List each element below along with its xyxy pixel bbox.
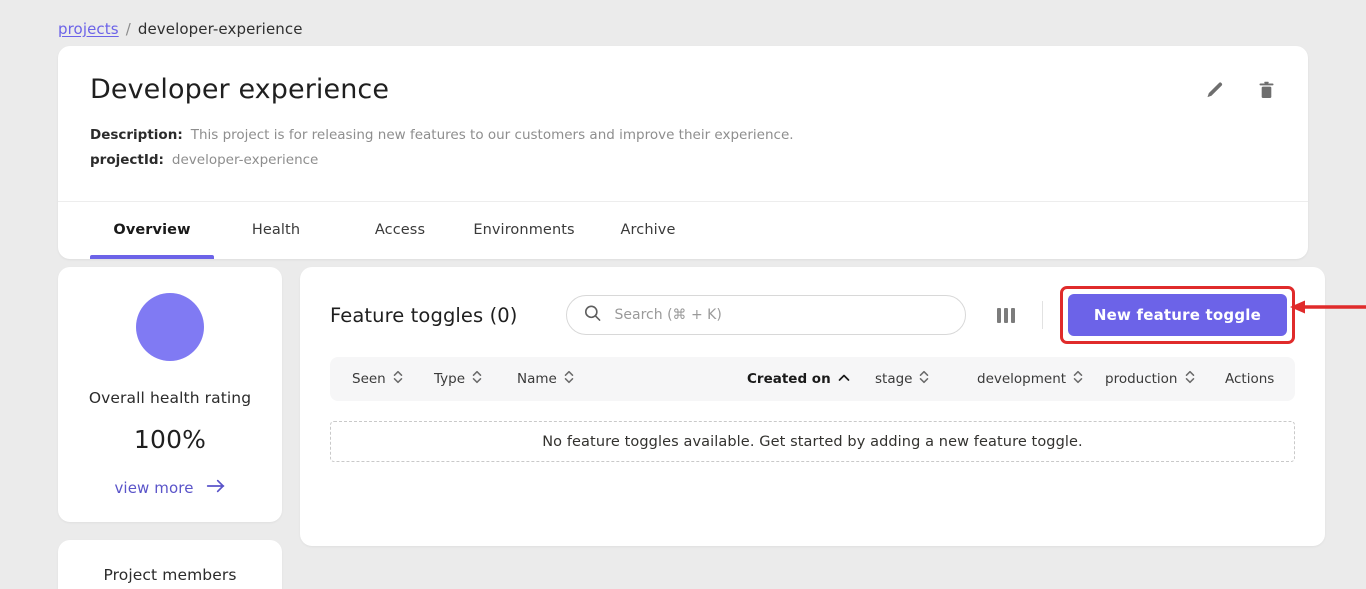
sort-both-icon — [1073, 369, 1083, 389]
column-header-seen[interactable]: Seen — [352, 369, 434, 389]
project-tabs: Overview Health Access Environments Arch… — [58, 201, 1308, 259]
view-more-health-link[interactable]: view more — [114, 478, 225, 498]
column-header-name[interactable]: Name — [517, 369, 747, 389]
tab-overview-label: Overview — [113, 222, 190, 238]
column-header-created-on[interactable]: Created on — [747, 371, 875, 387]
columns-icon — [997, 308, 1015, 323]
column-header-created-on-label: Created on — [747, 371, 831, 387]
empty-state-row: No feature toggles available. Get starte… — [330, 421, 1295, 462]
tab-archive-label: Archive — [621, 222, 676, 238]
project-members-title: Project members — [78, 566, 262, 584]
delete-project-button[interactable] — [1254, 78, 1278, 102]
project-description-row: Description: This project is for releasi… — [90, 127, 1276, 143]
tab-environments[interactable]: Environments — [462, 201, 586, 259]
project-overview-page: projects / developer-experience Develope… — [0, 0, 1366, 589]
breadcrumb-current: developer-experience — [138, 20, 303, 38]
column-header-development[interactable]: development — [977, 369, 1105, 389]
tab-access-label: Access — [375, 222, 425, 238]
sort-both-icon — [393, 369, 403, 389]
project-header-card: Developer experience Description: This p… — [58, 46, 1308, 259]
column-header-actions: Actions — [1225, 371, 1295, 387]
health-gauge-circle — [136, 293, 204, 361]
toolbar-divider — [1042, 301, 1043, 329]
page-title: Developer experience — [90, 74, 1276, 105]
column-settings-button[interactable] — [987, 302, 1025, 329]
column-header-stage-label: stage — [875, 371, 912, 387]
project-header-body: Developer experience Description: This p… — [58, 46, 1308, 201]
sort-asc-icon — [838, 371, 850, 387]
column-header-production[interactable]: production — [1105, 369, 1225, 389]
tab-health[interactable]: Health — [214, 201, 338, 259]
health-rating-value: 100% — [78, 425, 262, 454]
column-header-stage[interactable]: stage — [875, 369, 977, 389]
project-id-row: projectId: developer-experience — [90, 152, 1276, 168]
feature-toggles-table-header: Seen Type Name — [330, 357, 1295, 401]
search-input[interactable] — [566, 295, 966, 335]
project-id-label: projectId: — [90, 152, 164, 168]
empty-state-message: No feature toggles available. Get starte… — [542, 434, 1083, 450]
tab-access[interactable]: Access — [338, 201, 462, 259]
breadcrumb: projects / developer-experience — [58, 20, 303, 38]
sort-both-icon — [919, 369, 929, 389]
project-content: Overall health rating 100% view more Pro… — [58, 267, 1308, 589]
breadcrumb-separator: / — [126, 20, 131, 38]
column-header-type[interactable]: Type — [434, 369, 517, 389]
sort-both-icon — [1185, 369, 1195, 389]
new-feature-toggle-button[interactable]: New feature toggle — [1068, 294, 1287, 336]
feature-toggles-header: Feature toggles (0) — [330, 285, 1295, 345]
feature-toggles-title: Feature toggles (0) — [330, 304, 518, 327]
search-container — [566, 295, 966, 335]
tab-archive[interactable]: Archive — [586, 201, 710, 259]
sort-both-icon — [564, 369, 574, 389]
project-members-card: Project members — [58, 540, 282, 589]
sort-both-icon — [472, 369, 482, 389]
feature-toggles-actions: New feature toggle — [987, 286, 1295, 344]
tab-overview[interactable]: Overview — [90, 201, 214, 259]
sidebar-column: Overall health rating 100% view more Pro… — [58, 267, 282, 589]
arrow-right-icon — [206, 478, 226, 498]
pencil-icon — [1204, 80, 1225, 101]
tab-environments-label: Environments — [473, 222, 574, 238]
column-header-actions-label: Actions — [1225, 371, 1274, 387]
health-rating-label: Overall health rating — [78, 389, 262, 407]
annotation-highlight-box: New feature toggle — [1060, 286, 1295, 344]
description-value: This project is for releasing new featur… — [191, 127, 794, 143]
column-header-production-label: production — [1105, 371, 1178, 387]
feature-toggles-panel: Feature toggles (0) — [300, 267, 1325, 546]
column-header-type-label: Type — [434, 371, 465, 387]
column-header-name-label: Name — [517, 371, 557, 387]
tab-health-label: Health — [252, 222, 300, 238]
view-more-label: view more — [114, 479, 193, 497]
edit-project-button[interactable] — [1202, 78, 1226, 102]
column-header-development-label: development — [977, 371, 1066, 387]
project-id-value: developer-experience — [172, 152, 318, 168]
column-header-seen-label: Seen — [352, 371, 386, 387]
trash-icon — [1256, 80, 1277, 101]
project-header-actions — [1202, 78, 1278, 102]
health-rating-card: Overall health rating 100% view more — [58, 267, 282, 522]
description-label: Description: — [90, 127, 183, 143]
breadcrumb-link-projects[interactable]: projects — [58, 20, 119, 38]
